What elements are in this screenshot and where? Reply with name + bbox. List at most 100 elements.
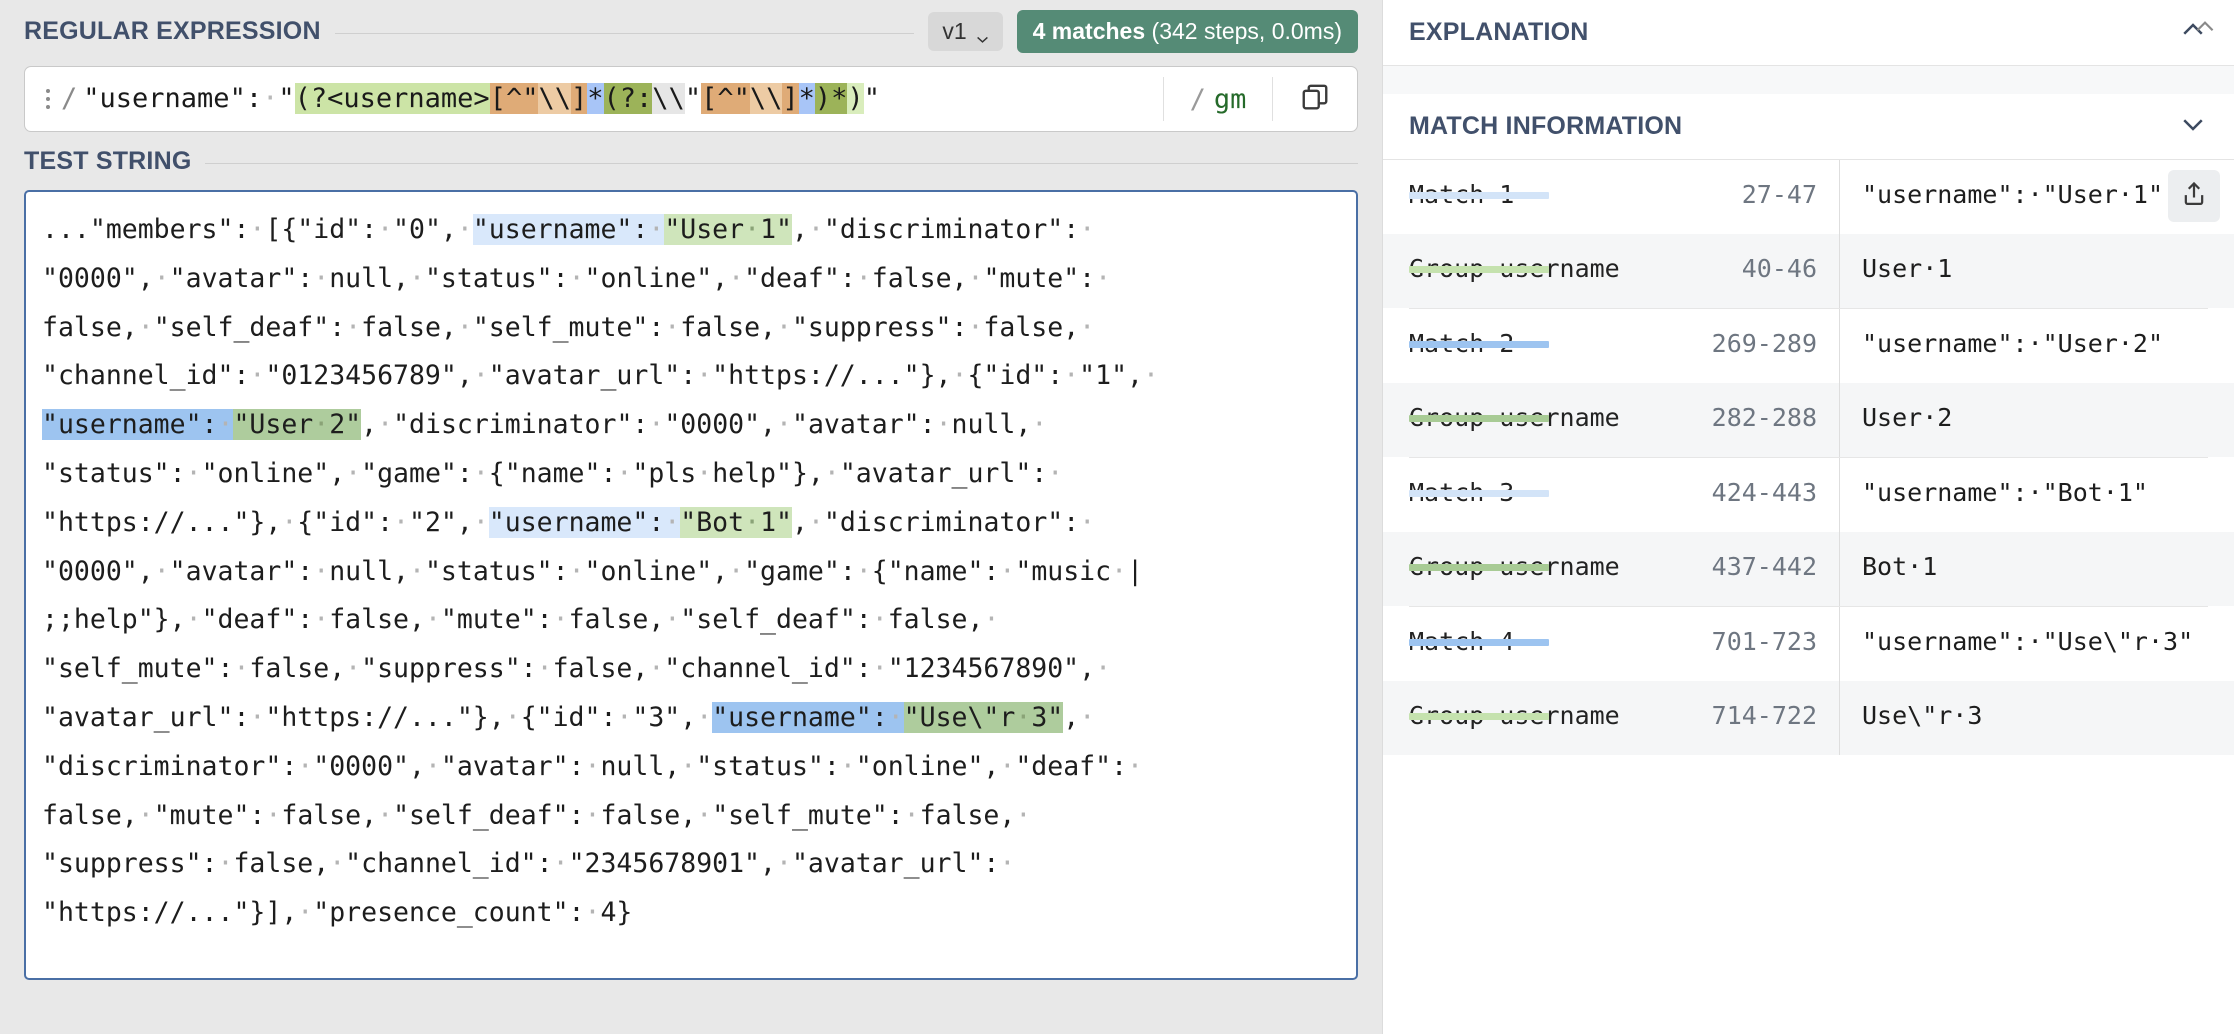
left-pane: REGULAR EXPRESSION v1 4 matches (342 ste…	[0, 0, 1382, 1034]
match-range: 424-443	[1711, 478, 1817, 507]
match-color-bar	[1409, 192, 1549, 199]
regex-token-charclass-1a: [^"	[489, 83, 539, 114]
group-row[interactable]: Group username 437-442 Bot·1	[1383, 532, 2234, 606]
regex-token-noncap-open: (?:	[603, 83, 653, 114]
header-divider	[334, 32, 915, 34]
regex-token-quote-mid: "	[684, 83, 702, 114]
test-string-editor[interactable]: ..."members":·[{"id":·"0",·"username":·"…	[24, 190, 1358, 980]
version-label: v1	[942, 17, 967, 44]
regex-open-delimiter: /	[61, 83, 78, 114]
explanation-title: EXPLANATION	[1409, 18, 1589, 46]
kebab-menu-icon[interactable]	[39, 89, 57, 109]
regex-quote-close: "	[863, 83, 880, 114]
match-count-badge[interactable]: 4 matches (342 steps, 0.0ms)	[1016, 9, 1358, 53]
match-range: 27-47	[1741, 180, 1817, 209]
regex-token-charclass-1b: ]	[570, 83, 588, 114]
match-color-bar	[1409, 639, 1549, 646]
ts-line: "channel_id":·"0123456789",·"avatar_url"…	[42, 360, 1159, 392]
match-range: 701-723	[1711, 627, 1817, 656]
match-value: "username":·"User·2"	[1862, 329, 2164, 358]
match-row[interactable]: Match 3 424-443 "username":·"Bot·1"	[1383, 458, 2234, 532]
cell-divider	[1839, 160, 1840, 234]
group-color-bar	[1409, 266, 1549, 273]
group-label-cell: Group username	[1409, 532, 1667, 581]
scroll-up-icon[interactable]	[2192, 14, 2218, 40]
match-color-bar	[1409, 341, 1549, 348]
match-count-text: 4 matches	[1032, 17, 1146, 44]
regex-token-escape-3: \\	[749, 83, 783, 114]
match-label-cell: Match 2	[1409, 309, 1667, 358]
regex-token-charclass-2b: ]	[782, 83, 799, 114]
cell-divider	[1839, 458, 1840, 532]
group-range: 437-442	[1711, 552, 1817, 581]
regex-literal-prefix: "username":	[83, 83, 263, 114]
regex-tester-app: REGULAR EXPRESSION v1 4 matches (342 ste…	[0, 0, 2234, 1034]
ts-line: "status":·"online",·"game":·{"name":·"pl…	[42, 457, 1064, 489]
regex-input-field[interactable]: / "username":·"(?<username>[^"\\]*(?:\\"[…	[25, 67, 1163, 131]
match-row[interactable]: Match 4 701-723 "username":·"Use\"r·3"	[1383, 607, 2234, 681]
group-color-bar	[1409, 415, 1549, 422]
regex-section-header: REGULAR EXPRESSION v1 4 matches (342 ste…	[24, 0, 1358, 62]
test-header-divider	[205, 162, 1358, 164]
match-label-cell: Match 4	[1409, 607, 1667, 656]
match-value: "username":·"Use\"r·3"	[1862, 627, 2194, 656]
match-information-list: Match 1 27-47 "username":·"User·1"	[1383, 160, 2234, 755]
match-row[interactable]: Match 1 27-47 "username":·"User·1"	[1383, 160, 2234, 234]
regex-token-named-group-open: (?<username>	[294, 83, 490, 114]
group-range: 282-288	[1711, 403, 1817, 432]
group-value: User·2	[1862, 403, 1953, 432]
match-stats-text: (342 steps, 0.0ms)	[1145, 17, 1342, 44]
regex-token-star-1: *	[587, 83, 604, 114]
cell-divider	[1839, 309, 1840, 383]
regex-input-box[interactable]: / "username":·"(?<username>[^"\\]*(?:\\"[…	[24, 66, 1358, 132]
regex-flags[interactable]: / gm	[1164, 67, 1272, 131]
match-label-cell: Match 1	[1409, 160, 1667, 209]
group-range: 40-46	[1741, 254, 1817, 283]
group-color-bar	[1409, 713, 1549, 720]
regex-token-named-group-close: )	[847, 83, 864, 114]
cell-divider	[1839, 532, 1840, 606]
group-value: User·1	[1862, 254, 1953, 283]
test-string-title: TEST STRING	[24, 146, 192, 175]
test-string-content: ..."members":·[{"id":·"0",·"username":·"…	[42, 206, 1340, 938]
match-color-bar	[1409, 490, 1549, 497]
regex-quote-open: "	[278, 83, 295, 114]
regex-pattern: / "username":·"(?<username>[^"\\]*(?:\\"[…	[57, 79, 880, 119]
group-row[interactable]: Group username 40-46 User·1	[1383, 234, 2234, 308]
cell-divider	[1839, 234, 1840, 308]
regex-section-title: REGULAR EXPRESSION	[24, 16, 321, 45]
copy-regex-button[interactable]	[1273, 67, 1357, 131]
group-value: Use\"r·3	[1862, 701, 1983, 730]
group-row[interactable]: Group username 282-288 User·2	[1383, 383, 2234, 457]
share-icon	[2180, 180, 2208, 213]
test-string-header: TEST STRING	[24, 132, 1358, 190]
regex-token-star-2: *	[798, 83, 815, 114]
match-label-cell: Match 3	[1409, 458, 1667, 507]
regex-token-escape-1: \\	[538, 83, 571, 114]
match-value: "username":·"Bot·1"	[1862, 478, 2148, 507]
regex-token-charclass-2a: [^"	[701, 83, 750, 114]
ts-line: ..."members":·[{"id":·"0",·"username":·"…	[42, 214, 1096, 245]
group-color-bar	[1409, 564, 1549, 571]
ts-line: "discriminator":·"0000",·"avatar":·null,…	[42, 750, 1143, 782]
match-row[interactable]: Match 2 269-289 "username":·"User·2"	[1383, 309, 2234, 383]
ts-line: "avatar_url":·"https://..."},·{"id":·"3"…	[42, 701, 1096, 733]
group-value: Bot·1	[1862, 552, 1938, 581]
ts-line: "0000",·"avatar":·null,·"status":·"onlin…	[42, 262, 1112, 294]
cell-divider	[1839, 681, 1840, 755]
group-row[interactable]: Group username 714-722 Use\"r·3	[1383, 681, 2234, 755]
match-information-title: MATCH INFORMATION	[1409, 112, 1683, 140]
explanation-panel-header[interactable]: EXPLANATION	[1383, 0, 2234, 66]
space-dot-icon: ·	[262, 83, 279, 114]
group-label-cell: Group username	[1409, 383, 1667, 432]
right-pane: EXPLANATION MATCH INFORMATION Match 1	[1382, 0, 2234, 1034]
regex-token-escape-2: \\	[652, 83, 685, 114]
match-range: 269-289	[1711, 329, 1817, 358]
group-range: 714-722	[1711, 701, 1817, 730]
match-information-panel-header[interactable]: MATCH INFORMATION	[1383, 94, 2234, 160]
regex-token-noncap-close: )*	[814, 83, 848, 114]
version-selector[interactable]: v1	[928, 11, 1003, 51]
panel-gap	[1383, 66, 2234, 94]
share-button[interactable]	[2168, 170, 2220, 222]
chevron-down-icon[interactable]	[2178, 109, 2208, 144]
